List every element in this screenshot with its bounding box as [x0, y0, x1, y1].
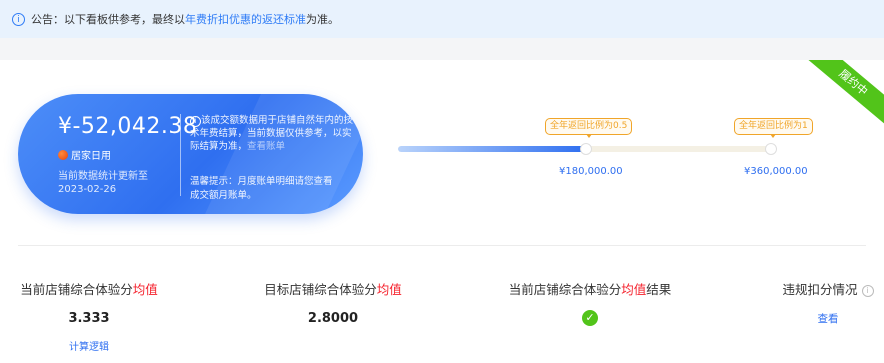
score-result-metric: 当前店铺综合体验分均值结果 ✓: [506, 279, 674, 326]
view-bill-link[interactable]: 查看账单: [247, 141, 285, 152]
progress-fill: [398, 146, 585, 152]
violation-metric: 违规扣分情况 i 查看: [780, 279, 876, 326]
announcement-bar: i 公告：以下看板供参考，最终以年费折扣优惠的返还标准为准。: [0, 0, 884, 38]
category-name: 居家日用: [71, 151, 111, 162]
info-icon[interactable]: i: [861, 285, 874, 297]
check-icon: ✓: [582, 310, 598, 326]
milestone-2-knob: [765, 143, 777, 155]
update-info: 当前数据统计更新至 2023-02-26: [58, 170, 168, 196]
violation-title: 违规扣分情况 i: [780, 279, 876, 298]
card-divider: [180, 114, 181, 196]
milestone-1-amount: ¥180,000.00: [559, 166, 623, 177]
target-score-value: 2.8000: [307, 311, 359, 326]
current-score-value: 3.333: [68, 311, 110, 326]
current-score-title: 当前店铺综合体验分均值: [20, 282, 158, 297]
card-note: i 该成交额数据用于店铺自然年内的技术年费结算，当前数据仅供参考，以实际结算为准，…: [190, 114, 360, 153]
current-score-metric: 当前店铺综合体验分均值 3.333 计算逻辑: [18, 279, 160, 353]
target-score-title: 目标店铺综合体验分均值: [264, 282, 402, 297]
milestone-2-bubble: 全年返回比例为1: [734, 118, 813, 138]
update-label: 当前数据统计更新至: [58, 171, 148, 182]
calculation-logic-link[interactable]: 计算逻辑: [18, 338, 160, 353]
card-tip: 温馨提示：月度账单明细请您查看成交额月账单。: [190, 176, 333, 201]
info-icon: i: [12, 12, 25, 26]
milestone-1-knob: [580, 143, 592, 155]
milestone-1-bubble: 全年返回比例为0.5: [545, 118, 633, 138]
score-result-title: 当前店铺综合体验分均值结果: [508, 282, 672, 297]
sales-amount: ¥-52,042.38: [58, 114, 198, 139]
sales-summary-card: ¥-52,042.38 居家日用 当前数据统计更新至 2023-02-26 i该…: [18, 94, 363, 214]
view-violation-link[interactable]: 查看: [780, 311, 876, 326]
category-badge: 居家日用: [58, 147, 111, 162]
update-date: 2023-02-26: [58, 184, 117, 195]
section-divider: [18, 245, 866, 246]
category-logo-icon: [58, 149, 68, 160]
info-icon: i: [190, 116, 201, 127]
milestone-2-amount: ¥360,000.00: [744, 166, 808, 177]
target-score-metric: 目标店铺综合体验分均值 2.8000: [262, 279, 404, 326]
fee-panel: 履约中 ¥-52,042.38 居家日用 当前数据统计更新至 2023-02-2…: [0, 60, 884, 363]
announcement-link[interactable]: 年费折扣优惠的返还标准: [185, 13, 306, 26]
announcement-text: 公告：以下看板供参考，最终以年费折扣优惠的返还标准为准。: [31, 13, 339, 26]
